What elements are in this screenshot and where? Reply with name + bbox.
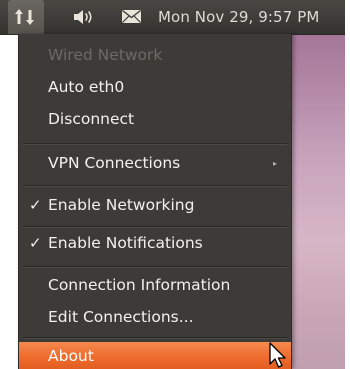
disconnect-label: Disconnect (48, 110, 135, 128)
clock[interactable]: Mon Nov 29, 9:57 PM (158, 6, 319, 28)
network-icon[interactable] (14, 6, 38, 28)
enable-networking-label: Enable Networking (48, 196, 195, 214)
menu-item-edit-connections[interactable]: Edit Connections... (19, 302, 291, 332)
menu-separator (23, 143, 287, 145)
wired-network-label: Wired Network (48, 46, 163, 64)
wired-network-header: Wired Network (19, 40, 291, 70)
menu-item-vpn-connections[interactable]: VPN Connections ▸ (19, 148, 291, 178)
menu-item-enable-networking[interactable]: ✓ Enable Networking (19, 190, 291, 220)
menu-separator (23, 266, 287, 268)
mouse-pointer-icon (268, 342, 290, 369)
menu-item-enable-notifications[interactable]: ✓ Enable Notifications (19, 228, 291, 258)
menu-item-connection-information[interactable]: Connection Information (19, 270, 291, 300)
enable-notifications-label: Enable Notifications (48, 234, 203, 252)
menu-item-disconnect[interactable]: Disconnect (19, 104, 291, 134)
menu-separator (23, 185, 287, 187)
menu-separator (23, 337, 287, 339)
checkmark-icon: ✓ (29, 234, 42, 252)
about-label: About (48, 347, 94, 365)
submenu-arrow-icon: ▸ (272, 158, 277, 168)
connection-information-label: Connection Information (48, 276, 231, 294)
vpn-connections-label: VPN Connections (48, 154, 181, 172)
edit-connections-label: Edit Connections... (48, 308, 194, 326)
auto-eth0-label: Auto eth0 (48, 78, 125, 96)
top-panel: Mon Nov 29, 9:57 PM (0, 0, 345, 34)
network-menu: Wired Network Auto eth0 Disconnect VPN C… (18, 34, 292, 369)
desktop-wallpaper (290, 0, 345, 369)
screen: Mon Nov 29, 9:57 PM Wired Network Auto e… (0, 0, 350, 369)
menu-item-auto-eth0[interactable]: Auto eth0 (19, 72, 291, 102)
volume-icon[interactable] (72, 6, 98, 28)
menu-item-about[interactable]: About (19, 342, 291, 369)
checkmark-icon: ✓ (29, 196, 42, 214)
mail-icon[interactable] (120, 6, 144, 28)
